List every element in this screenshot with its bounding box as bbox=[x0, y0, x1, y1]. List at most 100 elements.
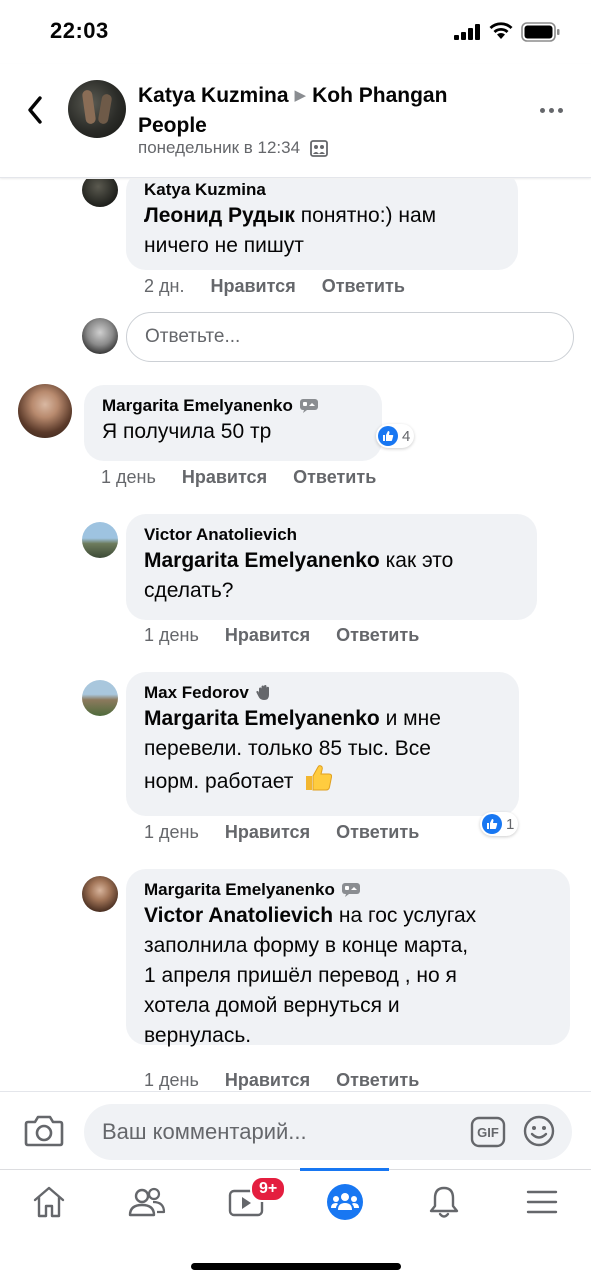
post-meta: понедельник в 12:34 bbox=[138, 138, 328, 158]
comment-author[interactable]: Katya Kuzmina bbox=[144, 179, 500, 201]
comment-author[interactable]: Victor Anatolievich bbox=[144, 524, 519, 546]
like-link[interactable]: Нравится bbox=[182, 467, 267, 488]
comment-bubble: Margarita Emelyanenko Victor Anatolievic… bbox=[126, 869, 570, 1047]
cellular-signal-icon bbox=[454, 24, 480, 40]
home-indicator bbox=[191, 1263, 401, 1270]
mention-link[interactable]: Victor Anatolievich bbox=[144, 904, 333, 927]
comment-actions: 1 день Нравится Ответить bbox=[101, 467, 376, 488]
comment-text-line: хотела домой вернуться и bbox=[144, 994, 400, 1017]
reply-link[interactable]: Ответить bbox=[336, 822, 419, 843]
avatar[interactable] bbox=[82, 179, 118, 207]
comment-text: Леонид Рудык понятно:) нам ничего не пиш… bbox=[144, 201, 500, 261]
comment-time[interactable]: 1 день bbox=[101, 467, 156, 488]
comment-text-line: на гос услугах bbox=[338, 904, 477, 927]
reply-link[interactable]: Ответить bbox=[293, 467, 376, 488]
comment-time[interactable]: 1 день bbox=[144, 625, 199, 646]
comment-text-line: сделать? bbox=[144, 579, 234, 602]
waving-hand-icon bbox=[256, 685, 269, 700]
comment-text-line: как это bbox=[385, 549, 454, 572]
comment-text: Margarita Emelyanenko как это сделать? bbox=[144, 546, 519, 606]
like-link[interactable]: Нравится bbox=[225, 1070, 310, 1091]
dot-icon bbox=[558, 107, 563, 113]
chat-bubble-icon bbox=[341, 883, 360, 897]
like-link[interactable]: Нравится bbox=[210, 276, 295, 297]
groups-icon bbox=[327, 1184, 363, 1220]
bell-icon bbox=[429, 1186, 459, 1218]
dot-icon bbox=[549, 107, 554, 113]
like-link[interactable]: Нравится bbox=[225, 625, 310, 646]
notification-badge: 9+ bbox=[250, 1176, 287, 1202]
comment-text-line: и мне bbox=[385, 707, 441, 730]
comment-bubble: Victor Anatolievich Margarita Emelyanenk… bbox=[126, 514, 537, 620]
reaction-count-text: 1 bbox=[506, 815, 515, 833]
comment-text-line: 1 апреля пришёл перевод , но я bbox=[144, 964, 457, 987]
reply-link[interactable]: Ответить bbox=[336, 625, 419, 646]
comment-author[interactable]: Margarita Emelyanenko bbox=[144, 879, 552, 901]
comment-author-name[interactable]: Max Fedorov bbox=[144, 682, 249, 704]
chat-bubble-icon bbox=[299, 399, 318, 413]
tab-notifications[interactable] bbox=[395, 1170, 493, 1234]
dot-icon bbox=[540, 107, 545, 113]
back-button[interactable] bbox=[18, 90, 52, 130]
friends-icon bbox=[128, 1187, 166, 1217]
status-bar: 22:03 bbox=[0, 0, 591, 64]
comment-text: Victor Anatolievich на гос услугах запол… bbox=[144, 901, 552, 1051]
comment-actions: 1 день Нравится Ответить bbox=[144, 625, 419, 646]
comments-feed[interactable]: Katya Kuzmina Леонид Рудык понятно:) нам… bbox=[0, 179, 591, 1091]
post-author-name[interactable]: Katya Kuzmina bbox=[138, 84, 289, 107]
comment-time[interactable]: 2 дн. bbox=[144, 276, 184, 297]
comment-author[interactable]: Max Fedorov bbox=[144, 682, 501, 704]
camera-icon[interactable] bbox=[24, 1112, 64, 1148]
mention-link[interactable]: Леонид Рудык bbox=[144, 204, 295, 227]
avatar[interactable] bbox=[18, 384, 72, 438]
comment-actions: 2 дн. Нравится Ответить bbox=[144, 276, 405, 297]
triangle-right-icon: ▶ bbox=[294, 87, 307, 104]
comment-time[interactable]: 1 день bbox=[144, 822, 199, 843]
thumbs-up-emoji-icon bbox=[306, 765, 333, 791]
bottom-tab-bar: 9+ bbox=[0, 1168, 591, 1280]
comment-bubble: Katya Kuzmina Леонид Рудык понятно:) нам… bbox=[126, 179, 518, 270]
comment-time[interactable]: 1 день bbox=[144, 1070, 199, 1091]
avatar[interactable] bbox=[82, 522, 118, 558]
comment-actions: 1 день Нравится Ответить bbox=[144, 822, 419, 843]
group-privacy-icon bbox=[310, 139, 328, 157]
reply-input[interactable]: Ответьте... bbox=[126, 312, 574, 362]
hamburger-menu-icon bbox=[526, 1190, 558, 1214]
avatar[interactable] bbox=[82, 680, 118, 716]
comment-actions: 1 день Нравится Ответить bbox=[144, 1070, 419, 1091]
comment-bubble: Max Fedorov Margarita Emelyanenko и мне … bbox=[126, 672, 519, 816]
emoji-icon[interactable] bbox=[522, 1114, 556, 1148]
comment-text: Margarita Emelyanenko и мне перевели. то… bbox=[144, 704, 501, 797]
reply-link[interactable]: Ответить bbox=[336, 1070, 419, 1091]
comment-text-line: норм. работает bbox=[144, 770, 294, 793]
comment-text-line: понятно:) нам bbox=[300, 204, 437, 227]
author-avatar[interactable] bbox=[68, 80, 126, 138]
battery-icon bbox=[521, 22, 560, 42]
reaction-count[interactable]: 4 bbox=[376, 424, 415, 448]
more-options-button[interactable] bbox=[540, 102, 570, 118]
tab-menu[interactable] bbox=[493, 1170, 591, 1234]
avatar[interactable] bbox=[82, 876, 118, 912]
mention-link[interactable]: Margarita Emelyanenko bbox=[144, 549, 380, 572]
comment-text-line: вернулась. bbox=[144, 1024, 252, 1047]
comment-text-line: ничего не пишут bbox=[144, 234, 304, 257]
like-link[interactable]: Нравится bbox=[225, 822, 310, 843]
comment-composer: Ваш комментарий... GIF bbox=[0, 1091, 591, 1169]
current-user-avatar bbox=[82, 318, 118, 354]
mention-link[interactable]: Margarita Emelyanenko bbox=[144, 707, 380, 730]
tab-friends[interactable] bbox=[98, 1170, 196, 1234]
reaction-count-text: 4 bbox=[402, 427, 411, 445]
reply-link[interactable]: Ответить bbox=[322, 276, 405, 297]
tab-home[interactable] bbox=[0, 1170, 98, 1234]
like-reaction-icon bbox=[378, 426, 398, 446]
comment-author-name[interactable]: Margarita Emelyanenko bbox=[144, 879, 335, 901]
gif-icon[interactable]: GIF bbox=[470, 1116, 506, 1148]
comment-author[interactable]: Margarita Emelyanenko bbox=[102, 395, 364, 417]
post-timestamp[interactable]: понедельник в 12:34 bbox=[138, 138, 300, 158]
chevron-left-icon bbox=[28, 96, 42, 124]
tab-groups[interactable] bbox=[296, 1170, 394, 1234]
status-time: 22:03 bbox=[50, 18, 109, 43]
post-title[interactable]: Katya Kuzmina ▶ Koh Phangan People bbox=[138, 82, 518, 140]
comment-author-name[interactable]: Margarita Emelyanenko bbox=[102, 395, 293, 417]
reaction-count[interactable]: 1 bbox=[480, 812, 519, 836]
